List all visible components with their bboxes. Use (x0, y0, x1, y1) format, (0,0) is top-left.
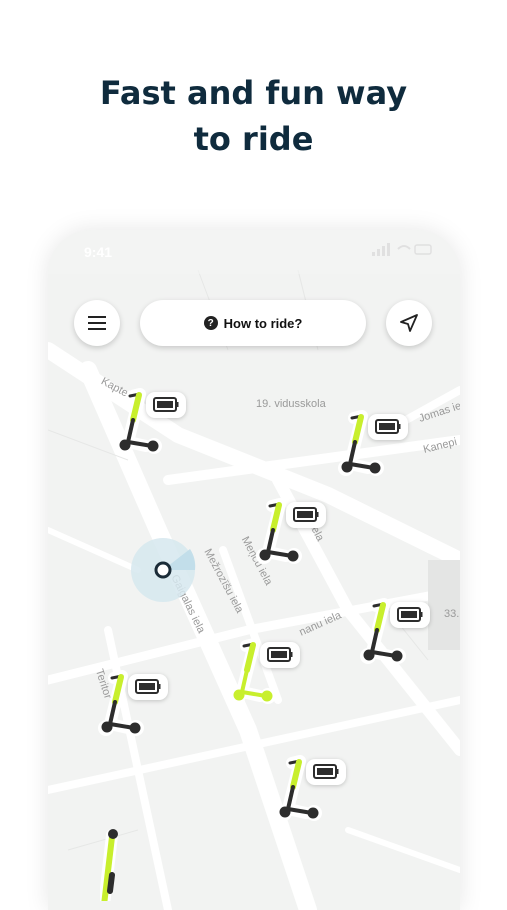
street-label: 19. vidusskola (256, 398, 326, 410)
question-icon: ? (203, 316, 218, 330)
street-label: 33. (444, 608, 460, 620)
menu-button[interactable] (74, 300, 120, 346)
scooter-marker[interactable] (98, 670, 174, 746)
status-icons (372, 243, 432, 256)
scooter-marker-partial[interactable] (100, 825, 176, 901)
scooter-marker[interactable] (360, 598, 436, 674)
locate-button[interactable] (386, 300, 432, 346)
scooter-marker[interactable] (276, 755, 352, 831)
headline-line-2: to ride (193, 120, 314, 158)
status-bar: 9:41 (48, 230, 460, 270)
user-location-icon[interactable] (128, 535, 198, 605)
scooter-icon (230, 638, 300, 704)
scooter-icon (100, 829, 118, 901)
scooter-icon (338, 410, 408, 476)
scooter-icon (98, 670, 168, 736)
scooter-marker[interactable] (338, 410, 414, 486)
scooter-icon (116, 388, 186, 454)
scooter-icon (276, 755, 346, 821)
headline-line-1: Fast and fun way (99, 74, 408, 112)
navigation-arrow-icon (400, 314, 418, 332)
how-to-ride-button[interactable]: ? How to ride? (140, 300, 366, 346)
scooter-marker[interactable] (230, 638, 306, 714)
scooter-icon (360, 598, 430, 664)
how-to-ride-label: How to ride? (223, 315, 303, 331)
headline: Fast and fun way to ride (0, 70, 507, 162)
scooter-marker[interactable] (256, 498, 332, 574)
phone-mockup: 9:41 ? How to ride? Kaptei 19. vidusskol… (48, 230, 460, 910)
hamburger-menu-icon (88, 316, 106, 330)
scooter-icon (256, 498, 326, 564)
scooter-marker[interactable] (116, 388, 192, 464)
status-time: 9:41 (84, 244, 113, 260)
